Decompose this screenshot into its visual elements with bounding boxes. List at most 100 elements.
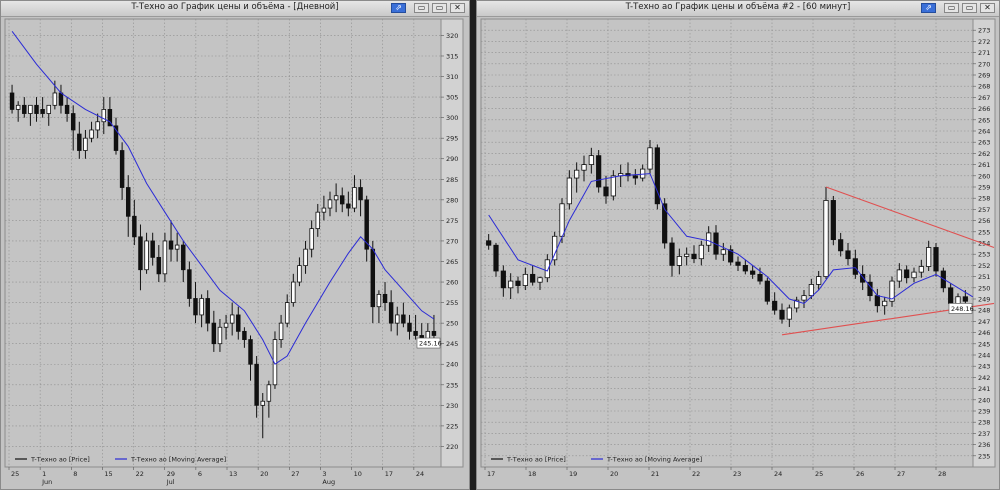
- close-button[interactable]: ✕: [980, 3, 995, 13]
- legend-label: T-Техно ао [Moving Average]: [606, 456, 702, 464]
- y-tick-label: 250: [446, 320, 458, 328]
- candle-body: [46, 104, 51, 114]
- candle-body: [830, 200, 836, 241]
- y-tick-label: 245: [446, 340, 458, 348]
- y-tick-label: 239: [978, 408, 990, 416]
- candle-body: [358, 187, 363, 201]
- x-tick-label: 22: [136, 470, 144, 478]
- y-tick-label: 261: [978, 161, 990, 169]
- title-bar[interactable]: T-Техно ао График цены и объёма #2 - [60…: [477, 1, 999, 17]
- y-tick-label: 263: [978, 139, 990, 147]
- candle-body: [89, 129, 94, 139]
- candle-body: [772, 300, 778, 311]
- y-tick-label: 267: [978, 94, 990, 102]
- candle-body: [125, 187, 131, 217]
- y-tick-label: 253: [978, 251, 990, 259]
- x-month-label: Jul: [166, 478, 175, 486]
- last-price-label: 248.16: [951, 305, 974, 313]
- y-tick-label: 295: [446, 135, 458, 143]
- pin-button[interactable]: ⇗: [921, 3, 936, 13]
- x-tick-label: 24: [416, 470, 424, 478]
- candle-body: [955, 296, 961, 304]
- candle-body: [588, 155, 594, 165]
- y-tick-label: 242: [978, 374, 990, 382]
- candle-body: [260, 400, 265, 406]
- candle-body: [64, 104, 70, 114]
- minimize-button[interactable]: ▭: [414, 3, 429, 13]
- candle-body: [77, 133, 82, 151]
- candle-body: [603, 186, 609, 197]
- legend-label: T-Техно ао [Price]: [506, 456, 566, 464]
- x-month-label: Aug: [322, 478, 335, 486]
- candle-body: [522, 273, 528, 286]
- candle-body: [676, 256, 682, 266]
- x-tick-label: 18: [528, 470, 536, 478]
- candle-body: [168, 240, 174, 250]
- candle-body: [119, 150, 125, 188]
- x-tick-label: 23: [733, 470, 741, 478]
- y-tick-label: 255: [446, 299, 458, 307]
- candle-body: [138, 236, 143, 271]
- daily-price-chart[interactable]: 220 225 230 235 240 245 250 255 260 265 270 275 280 2…: [1, 17, 469, 489]
- maximize-button[interactable]: ▭: [432, 3, 447, 13]
- candle-body: [742, 264, 748, 272]
- candle-body: [58, 92, 64, 106]
- candle-body: [926, 247, 932, 267]
- pin-button[interactable]: ⇗: [391, 3, 406, 13]
- candle-body: [691, 253, 697, 260]
- candle-body: [537, 277, 543, 283]
- y-tick-label: 256: [978, 217, 990, 225]
- close-button[interactable]: ✕: [450, 3, 465, 13]
- candle-body: [852, 258, 858, 275]
- minimize-button[interactable]: ▭: [944, 3, 959, 13]
- y-tick-label: 250: [978, 284, 990, 292]
- y-tick-label: 266: [978, 105, 990, 113]
- x-tick-label: 22: [692, 470, 700, 478]
- candle-body: [559, 203, 565, 237]
- candle-body: [882, 300, 888, 307]
- y-tick-label: 269: [978, 72, 990, 80]
- x-tick-label: 19: [569, 470, 577, 478]
- candle-body: [706, 232, 712, 246]
- y-tick-label: 262: [978, 150, 990, 158]
- candle-body: [333, 195, 339, 201]
- title-bar[interactable]: T-Техно ао График цены и объёма - [Дневн…: [1, 1, 469, 17]
- y-tick-label: 270: [978, 60, 990, 68]
- y-tick-label: 310: [446, 73, 458, 81]
- y-tick-label: 275: [446, 217, 458, 225]
- y-tick-label: 300: [446, 114, 458, 122]
- y-tick-label: 246: [978, 329, 990, 337]
- y-tick-label: 238: [978, 419, 990, 427]
- candle-body: [486, 240, 492, 246]
- candle-body: [808, 284, 814, 297]
- candle-body: [823, 200, 829, 278]
- y-tick-label: 240: [446, 361, 458, 369]
- candle-body: [911, 271, 917, 279]
- candle-body: [9, 92, 15, 110]
- candle-body: [70, 113, 76, 131]
- candle-body: [552, 235, 558, 261]
- candle-body: [309, 228, 314, 250]
- candle-body: [199, 298, 204, 316]
- hourly-price-chart[interactable]: 235 236 237 238 239 240 241 242 243 244 245 246 247 2…: [477, 17, 999, 489]
- candle-body: [896, 269, 902, 282]
- y-tick-label: 305: [446, 94, 458, 102]
- y-tick-label: 259: [978, 184, 990, 192]
- candle-body: [266, 384, 272, 402]
- candle-body: [83, 137, 88, 151]
- candle-body: [515, 280, 521, 286]
- x-tick-label: 17: [385, 470, 393, 478]
- candle-body: [500, 270, 506, 289]
- candle-body: [346, 203, 351, 209]
- candle-body: [34, 104, 39, 114]
- y-tick-label: 220: [446, 443, 458, 451]
- y-tick-label: 235: [446, 381, 458, 389]
- candle-body: [248, 339, 253, 365]
- x-tick-label: 20: [610, 470, 618, 478]
- x-tick-label: 28: [938, 470, 946, 478]
- candle-body: [315, 211, 321, 230]
- maximize-button[interactable]: ▭: [962, 3, 977, 13]
- y-tick-label: 249: [978, 296, 990, 304]
- y-tick-label: 243: [978, 363, 990, 371]
- candle-body: [918, 266, 924, 273]
